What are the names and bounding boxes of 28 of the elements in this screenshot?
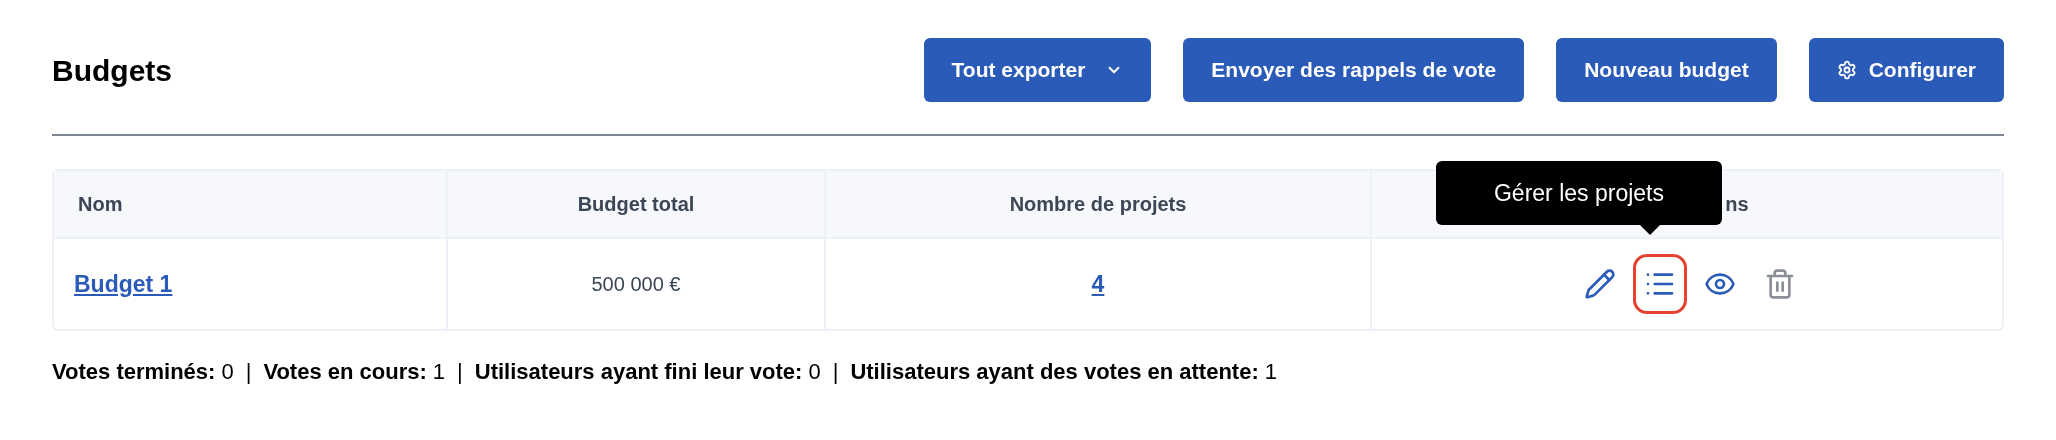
separator: | [457, 358, 463, 386]
settings-icon [1836, 60, 1857, 80]
list-button[interactable] [1633, 254, 1687, 314]
pencil-icon [1584, 268, 1616, 300]
column-header: Budget total [577, 192, 695, 217]
column-header: Nombre de projets [1009, 192, 1187, 217]
separator: | [832, 358, 839, 386]
stat-label: Votes terminés: [52, 358, 216, 386]
stat-value: 0 [808, 358, 821, 386]
stat-label: Utilisateurs ayant fini leur vote: [474, 358, 803, 386]
tooltip-arrow [1640, 225, 1660, 235]
column-header: Nom [78, 192, 123, 217]
toolbar-button[interactable]: Envoyer des rappels de vote [1183, 38, 1525, 102]
stat-label: Utilisateurs ayant des votes en attente: [850, 358, 1259, 386]
budget-link[interactable]: Budget 1 [74, 266, 173, 302]
tooltip: Gérer les projets [1436, 161, 1722, 225]
table-cell-text: 500 000 € [591, 272, 681, 297]
trash-icon [1764, 268, 1796, 300]
stat-value: 1 [1264, 358, 1277, 386]
toolbar-button[interactable]: Nouveau budget [1556, 38, 1777, 102]
projects-count-link[interactable]: 4 [1091, 266, 1105, 302]
stat-label: Votes en cours: [263, 358, 427, 386]
toolbar-button[interactable]: Tout exporter [923, 38, 1152, 102]
stat-value: 0 [221, 358, 234, 386]
stat-value: 1 [432, 358, 446, 386]
separator: | [245, 358, 252, 386]
toolbar-button[interactable]: Configurer [1808, 38, 2004, 102]
page-title: Budgets [52, 52, 172, 89]
